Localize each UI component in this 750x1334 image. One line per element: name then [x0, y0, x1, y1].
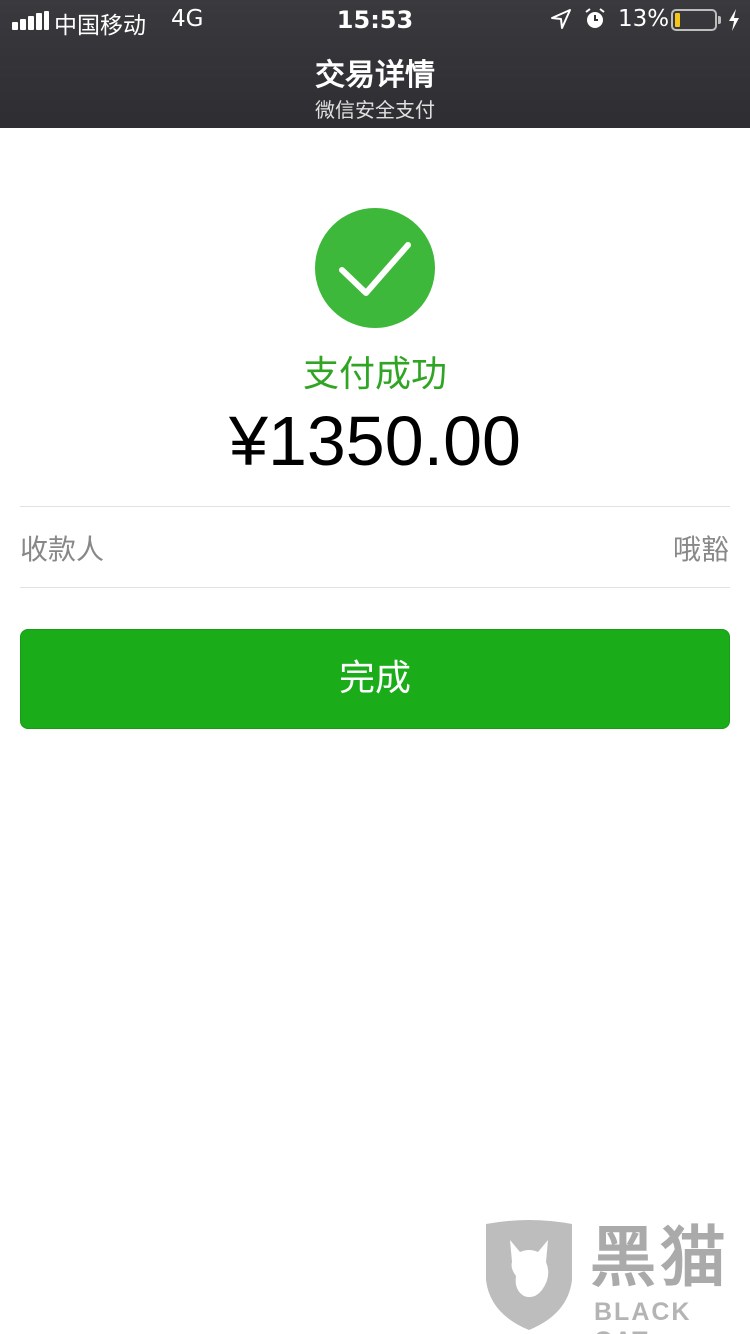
page-subtitle: 微信安全支付: [315, 98, 435, 122]
watermark-en-text: BLACK CAT: [594, 1298, 692, 1334]
watermark-cn-text: 黑猫: [590, 1219, 730, 1296]
charging-bolt-icon: [729, 9, 739, 31]
battery-icon: [671, 9, 721, 31]
payee-label: 收款人: [20, 533, 105, 566]
watermark: 黑猫 BLACK CAT: [478, 1218, 750, 1334]
page-title: 交易详情: [315, 58, 435, 93]
divider-top: [20, 506, 730, 507]
battery-level: [675, 13, 680, 27]
alarm-clock-icon: [585, 8, 605, 28]
cat-shield-logo-icon: [486, 1220, 572, 1330]
checkmark-icon: [339, 242, 411, 296]
done-button[interactable]: 完成: [20, 629, 730, 729]
payee-value: 哦豁: [672, 533, 729, 566]
status-bar: 中国移动 4G 15:53 13%: [0, 0, 750, 40]
divider-bottom: [20, 587, 730, 588]
payment-amount: ¥1350.00: [229, 402, 521, 480]
battery-percentage: 13%: [618, 6, 670, 32]
location-arrow-icon: [551, 9, 571, 29]
payment-status: 支付成功: [302, 354, 447, 395]
success-badge: [315, 208, 435, 328]
top-header: 中国移动 4G 15:53 13% 交易详情 微信安全支付: [0, 0, 750, 128]
